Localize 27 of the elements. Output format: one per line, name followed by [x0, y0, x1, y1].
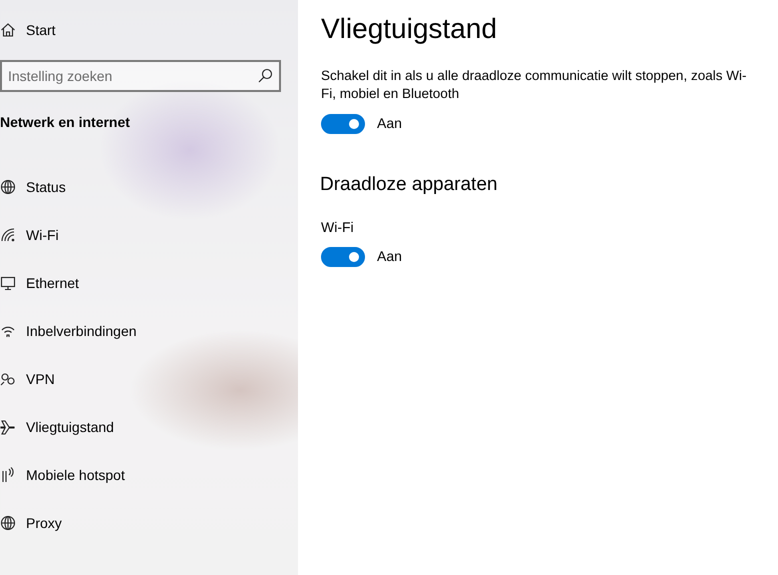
globe-icon	[0, 179, 16, 195]
page-title: Vliegtuigstand	[321, 12, 498, 46]
nav-item[interactable]: Wi-Fi	[0, 211, 298, 259]
toggle-state-label: Aan	[377, 114, 402, 134]
nav-item[interactable]: Status	[0, 163, 298, 211]
description-text: Schakel dit in als u alle draadloze communicatie wilt stoppen, zoals Wi-Fi, mobiel en Bluetooth	[321, 66, 748, 104]
search-field[interactable]: Instelling zoeken	[0, 60, 281, 92]
globe-icon	[0, 515, 16, 531]
monitor-icon	[0, 275, 16, 291]
nav-item[interactable]: VPN	[0, 355, 298, 403]
nav-item[interactable]: Ethernet	[0, 259, 298, 307]
section-heading: Netwerk en internet	[0, 113, 131, 132]
nav-item[interactable]: Inbelverbindingen	[0, 307, 298, 355]
nav-item[interactable]: Mobiele hotspot	[0, 451, 298, 499]
nav-item[interactable]: Proxy	[0, 499, 298, 547]
hotspot-icon	[0, 467, 16, 483]
setting-label: Wi-Fi	[321, 218, 355, 238]
home-link[interactable]: Start	[0, 14, 298, 46]
home-icon	[0, 22, 16, 38]
wifi-icon	[0, 227, 16, 243]
nav-item[interactable]: Vliegtuigstand	[0, 403, 298, 451]
toggle-switch[interactable]	[321, 114, 365, 134]
section-subtitle: Draadloze apparaten	[320, 174, 498, 198]
search-icon	[257, 68, 273, 84]
toggle-state-label: Aan	[377, 247, 402, 266]
toggle-switch[interactable]	[321, 246, 365, 267]
airplane-icon	[0, 419, 16, 435]
